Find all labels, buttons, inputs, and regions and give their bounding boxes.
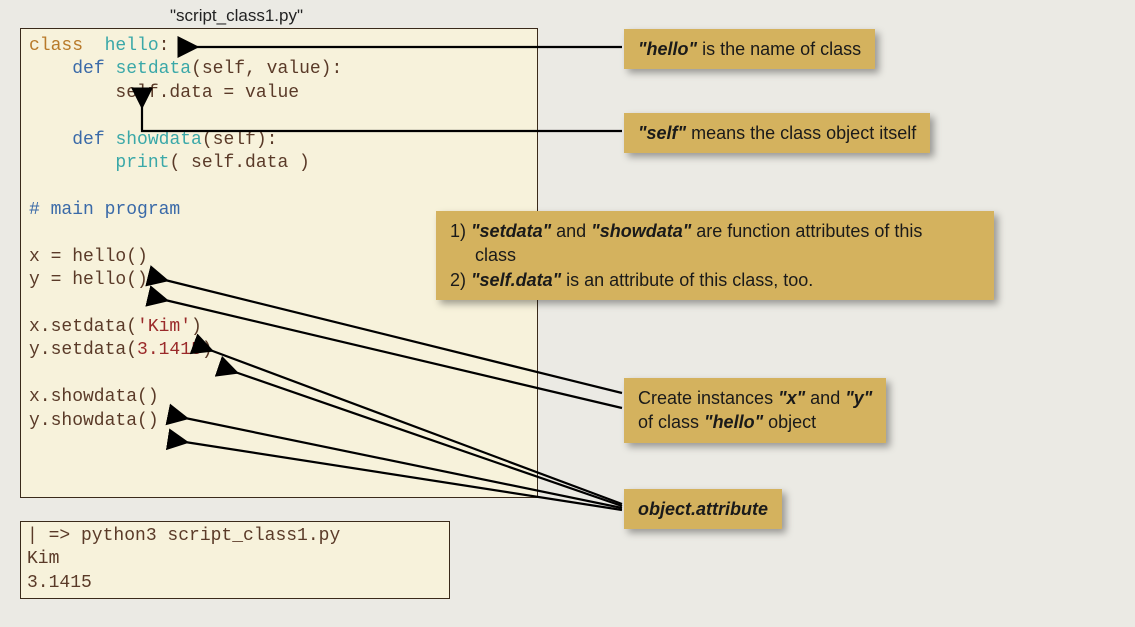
t: (self, value): [191,59,342,79]
line: 2) "self.data" is an attribute of this c… [450,268,980,292]
t: 2) [450,270,471,290]
t: and [805,388,845,408]
t: "self.data" [471,270,561,290]
note-object-attr: object.attribute [624,489,782,529]
t: : [159,36,170,56]
note-self: "self" means the class object itself [624,113,930,153]
t: object [763,412,816,432]
t: self.data = value [29,83,299,103]
t: x = hello() [29,247,148,267]
fn: showdata [115,130,201,150]
kw: def [72,130,104,150]
t: is an attribute of this class, too. [561,270,813,290]
t: of class [638,412,704,432]
t: y.showdata() [29,411,159,431]
fn: setdata [115,59,191,79]
t: ) [191,317,202,337]
line: 1) "setdata" and "showdata" are function… [450,219,980,243]
t: "y" [845,388,872,408]
filename-label: "script_class1.py" [170,6,303,26]
note-attrs: 1) "setdata" and "showdata" are function… [436,211,994,300]
t: | => python3 script_class1.py [27,526,340,546]
classname: hello [105,36,159,56]
t: object.attribute [638,499,768,519]
t: x.showdata() [29,387,159,407]
output-panel: | => python3 script_class1.py Kim 3.1415 [20,521,450,599]
t: are function attributes of this [691,221,922,241]
t: "hello" [704,412,763,432]
t: y = hello() [29,270,148,290]
t: ( self.data ) [169,153,309,173]
fn: print [115,153,169,173]
t: means the class object itself [686,123,916,143]
kw: def [72,59,104,79]
t: Create instances [638,388,778,408]
t: "x" [778,388,805,408]
t: 3.1415 [27,573,92,593]
note-instances: Create instances "x" and "y" of class "h… [624,378,886,443]
note-hello: "hello" is the name of class [624,29,875,69]
line: Create instances "x" and "y" [638,386,872,410]
line: of class "hello" object [638,410,872,434]
t: 1) [450,221,471,241]
t: y.setdata( [29,340,137,360]
t: Kim [27,549,59,569]
t: x.setdata( [29,317,137,337]
kw: class [29,36,83,56]
t: "hello" [638,39,697,59]
lit: 3.1415 [137,340,202,360]
t: and [551,221,591,241]
t: "showdata" [591,221,691,241]
t: "self" [638,123,686,143]
t: (self): [202,130,278,150]
t: "setdata" [471,221,551,241]
line: class [450,243,980,267]
comment: # main program [29,200,180,220]
t: ) [202,340,213,360]
t: is the name of class [697,39,861,59]
lit: 'Kim' [137,317,191,337]
